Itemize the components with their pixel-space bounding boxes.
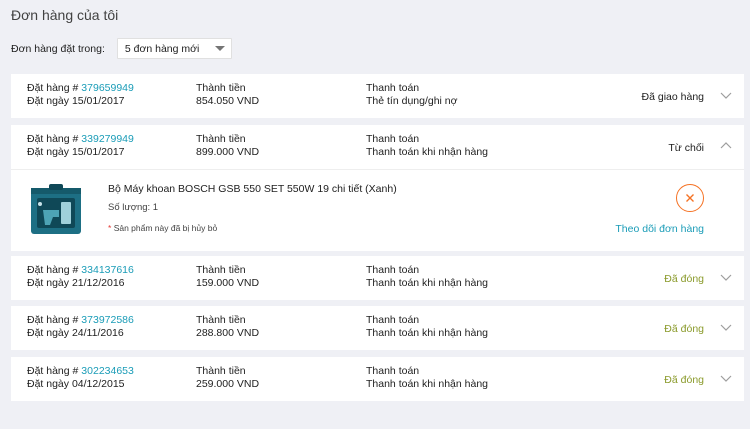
chevron-down-icon[interactable] bbox=[720, 322, 732, 332]
cancelled-note: * Sản phẩm này đã bị hủy bỏ bbox=[108, 223, 217, 233]
date-label: Đặt ngày bbox=[27, 94, 70, 107]
order-date: 21/12/2016 bbox=[71, 276, 125, 289]
order-status: Từ chối bbox=[668, 142, 704, 154]
order-number-link[interactable]: 379659949 bbox=[81, 82, 134, 94]
order-date: 04/12/2015 bbox=[71, 377, 125, 390]
product-name[interactable]: Bộ Máy khoan BOSCH GSB 550 SET 550W 19 c… bbox=[108, 183, 397, 195]
chevron-down-icon[interactable] bbox=[720, 373, 732, 383]
payment-label: Thanh toán bbox=[366, 365, 420, 377]
order-total: 259.000 VND bbox=[196, 377, 260, 390]
order-status: Đã giao hàng bbox=[641, 91, 704, 103]
chevron-up-icon[interactable] bbox=[720, 141, 732, 151]
order-id-cell: Đặt hàng # 379659949 Đặt ngày 15/01/2017 bbox=[27, 82, 134, 107]
order-card: Đặt hàng # 334137616 Đặt ngày 21/12/2016… bbox=[11, 256, 744, 300]
payment-method: Thanh toán khi nhận hàng bbox=[366, 145, 489, 158]
payment-label: Thanh toán bbox=[366, 264, 420, 276]
order-filter: Đơn hàng đặt trong: 5 đơn hàng mới bbox=[11, 38, 232, 59]
total-label: Thành tiền bbox=[196, 133, 246, 145]
order-payment-cell: Thanh toán Thẻ tín dụng/ghi nợ bbox=[366, 82, 458, 107]
order-number-link[interactable]: 339279949 bbox=[81, 133, 134, 145]
order-number-link[interactable]: 334137616 bbox=[81, 264, 134, 276]
order-header[interactable]: Đặt hàng # 373972586 Đặt ngày 24/11/2016… bbox=[11, 306, 744, 350]
date-label: Đặt ngày bbox=[27, 377, 70, 390]
order-card: Đặt hàng # 339279949 Đặt ngày 15/01/2017… bbox=[11, 125, 744, 251]
payment-method: Thẻ tín dụng/ghi nợ bbox=[366, 94, 458, 107]
order-total: 899.000 VND bbox=[196, 145, 260, 158]
order-total-cell: Thành tiền 899.000 VND bbox=[196, 133, 259, 158]
order-status: Đã đóng bbox=[664, 323, 704, 335]
payment-method: Thanh toán khi nhận hàng bbox=[366, 377, 489, 390]
order-payment-cell: Thanh toán Thanh toán khi nhận hàng bbox=[366, 264, 488, 289]
total-label: Thành tiền bbox=[196, 314, 246, 326]
order-header[interactable]: Đặt hàng # 339279949 Đặt ngày 15/01/2017… bbox=[11, 125, 744, 169]
order-date: 15/01/2017 bbox=[71, 94, 125, 107]
order-number-link[interactable]: 373972586 bbox=[81, 314, 134, 326]
order-id-cell: Đặt hàng # 334137616 Đặt ngày 21/12/2016 bbox=[27, 264, 134, 289]
order-total-cell: Thành tiền 259.000 VND bbox=[196, 365, 259, 390]
order-header[interactable]: Đặt hàng # 302234653 Đặt ngày 04/12/2015… bbox=[11, 357, 744, 401]
order-label: Đặt hàng # bbox=[27, 264, 79, 276]
filter-label: Đơn hàng đặt trong: bbox=[11, 42, 105, 55]
track-order-link[interactable]: Theo dõi đơn hàng bbox=[615, 223, 704, 235]
order-header[interactable]: Đặt hàng # 334137616 Đặt ngày 21/12/2016… bbox=[11, 256, 744, 300]
payment-label: Thanh toán bbox=[366, 133, 420, 145]
order-total: 288.800 VND bbox=[196, 326, 260, 339]
order-id-cell: Đặt hàng # 339279949 Đặt ngày 15/01/2017 bbox=[27, 133, 134, 158]
order-label: Đặt hàng # bbox=[27, 133, 79, 145]
page-title: Đơn hàng của tôi bbox=[11, 7, 119, 23]
date-label: Đặt ngày bbox=[27, 145, 70, 158]
order-payment-cell: Thanh toán Thanh toán khi nhận hàng bbox=[366, 133, 488, 158]
date-label: Đặt ngày bbox=[27, 276, 70, 289]
payment-label: Thanh toán bbox=[366, 82, 420, 94]
order-range-select[interactable]: 5 đơn hàng mới bbox=[116, 38, 232, 59]
order-total-cell: Thành tiền 159.000 VND bbox=[196, 264, 259, 289]
payment-label: Thanh toán bbox=[366, 314, 420, 326]
product-quantity: Số lượng: 1 bbox=[108, 202, 159, 213]
order-total: 854.050 VND bbox=[196, 94, 260, 107]
order-item-detail: Bộ Máy khoan BOSCH GSB 550 SET 550W 19 c… bbox=[11, 169, 744, 251]
total-label: Thành tiền bbox=[196, 264, 246, 276]
order-label: Đặt hàng # bbox=[27, 82, 79, 94]
payment-method: Thanh toán khi nhận hàng bbox=[366, 276, 489, 289]
order-card: Đặt hàng # 373972586 Đặt ngày 24/11/2016… bbox=[11, 306, 744, 350]
order-label: Đặt hàng # bbox=[27, 365, 79, 377]
order-payment-cell: Thanh toán Thanh toán khi nhận hàng bbox=[366, 365, 488, 390]
order-label: Đặt hàng # bbox=[27, 314, 79, 326]
order-status: Đã đóng bbox=[664, 374, 704, 386]
chevron-down-icon[interactable] bbox=[720, 272, 732, 282]
order-range-value: 5 đơn hàng mới bbox=[124, 42, 200, 55]
caret-down-icon bbox=[214, 46, 225, 51]
cancelled-status-icon bbox=[676, 184, 704, 212]
payment-method: Thanh toán khi nhận hàng bbox=[366, 326, 489, 339]
note-text: Sản phẩm này đã bị hủy bỏ bbox=[113, 223, 218, 233]
order-id-cell: Đặt hàng # 373972586 Đặt ngày 24/11/2016 bbox=[27, 314, 134, 339]
order-header[interactable]: Đặt hàng # 379659949 Đặt ngày 15/01/2017… bbox=[11, 74, 744, 118]
order-status: Đã đóng bbox=[664, 273, 704, 285]
total-label: Thành tiền bbox=[196, 365, 246, 377]
order-total-cell: Thành tiền 854.050 VND bbox=[196, 82, 259, 107]
order-total-cell: Thành tiền 288.800 VND bbox=[196, 314, 259, 339]
order-card: Đặt hàng # 379659949 Đặt ngày 15/01/2017… bbox=[11, 74, 744, 118]
close-icon bbox=[686, 194, 694, 202]
date-label: Đặt ngày bbox=[27, 326, 70, 339]
order-total: 159.000 VND bbox=[196, 276, 260, 289]
order-id-cell: Đặt hàng # 302234653 Đặt ngày 04/12/2015 bbox=[27, 365, 134, 390]
order-number-link[interactable]: 302234653 bbox=[81, 365, 134, 377]
total-label: Thành tiền bbox=[196, 82, 246, 94]
note-star: * bbox=[108, 223, 112, 233]
chevron-down-icon[interactable] bbox=[720, 90, 732, 100]
order-date: 15/01/2017 bbox=[71, 145, 125, 158]
product-thumbnail[interactable] bbox=[29, 180, 85, 240]
order-payment-cell: Thanh toán Thanh toán khi nhận hàng bbox=[366, 314, 488, 339]
order-date: 24/11/2016 bbox=[71, 326, 124, 339]
order-card: Đặt hàng # 302234653 Đặt ngày 04/12/2015… bbox=[11, 357, 744, 401]
